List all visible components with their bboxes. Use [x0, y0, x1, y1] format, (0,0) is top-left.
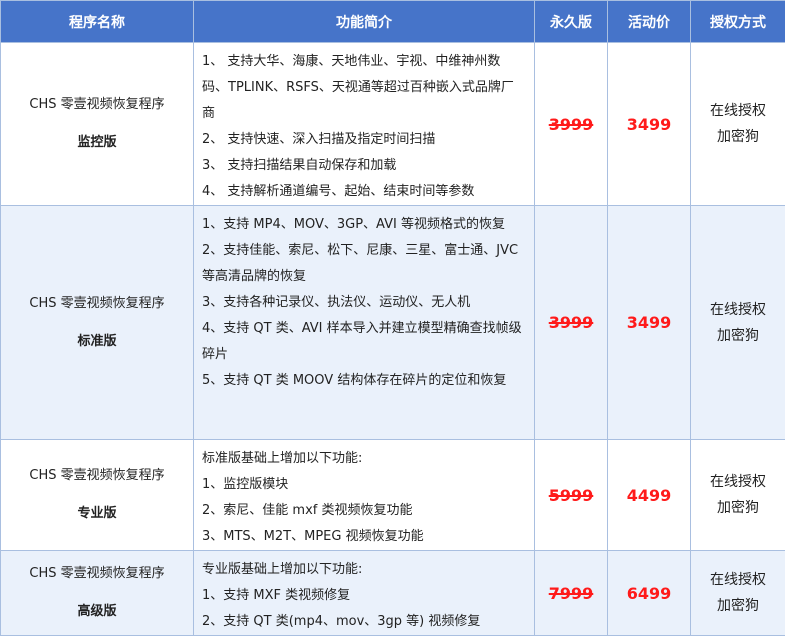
edition-name: 标准版: [1, 323, 193, 361]
product-name: CHS 零壹视频恢复程序: [29, 296, 164, 311]
feature-line: 2、索尼、佳能 mxf 类视频恢复功能: [202, 498, 526, 524]
feature-line: 1、监控版模块: [202, 472, 526, 498]
table-row: CHS 零壹视频恢复程序 监控版 1、 支持大华、海康、天地伟业、宇视、中维神州…: [1, 43, 785, 206]
features-cell: 1、 支持大华、海康、天地伟业、宇视、中维神州数码、TPLINK、RSFS、天视…: [194, 43, 535, 206]
product-cell: CHS 零壹视频恢复程序 专业版: [1, 440, 194, 551]
feature-line: 4、 支持解析通道编号、起始、结束时间等参数: [202, 179, 526, 205]
edition-name: 高级版: [1, 593, 193, 631]
feature-line: 标准版基础上增加以下功能:: [202, 446, 526, 472]
license-cell: 在线授权 加密狗: [691, 440, 785, 551]
feature-line: 专业版基础上增加以下功能:: [202, 557, 526, 583]
original-price: 7999: [535, 551, 608, 636]
feature-line: 4、支持 QT 类、AVI 样本导入并建立模型精确查找帧级碎片: [202, 316, 526, 368]
feature-line: 5、支持 QT 类 MOOV 结构体存在碎片的定位和恢复: [202, 368, 526, 394]
header-features: 功能简介: [194, 1, 535, 43]
feature-line: 1、 支持大华、海康、天地伟业、宇视、中维神州数码、TPLINK、RSFS、天视…: [202, 49, 526, 127]
original-price: 3999: [535, 43, 608, 206]
sale-price: 3499: [608, 206, 691, 440]
feature-line: 2、 支持快速、深入扫描及指定时间扫描: [202, 127, 526, 153]
license-method: 在线授权: [691, 297, 785, 323]
edition-name: 专业版: [1, 495, 193, 533]
license-method: 在线授权: [691, 469, 785, 495]
license-method: 加密狗: [691, 495, 785, 521]
feature-line: 1、支持 MXF 类视频修复: [202, 583, 526, 609]
sale-price: 6499: [608, 551, 691, 636]
feature-line: 2、支持 QT 类(mp4、mov、3gp 等) 视频修复: [202, 609, 526, 635]
header-license-method: 授权方式: [691, 1, 785, 43]
pricing-table: 程序名称 功能简介 永久版 活动价 授权方式 CHS 零壹视频恢复程序 监控版 …: [0, 0, 785, 636]
header-row: 程序名称 功能简介 永久版 活动价 授权方式: [1, 1, 785, 43]
table-row: CHS 零壹视频恢复程序 专业版 标准版基础上增加以下功能: 1、监控版模块 2…: [1, 440, 785, 551]
feature-line: 1、支持 MP4、MOV、3GP、AVI 等视频格式的恢复: [202, 212, 526, 238]
table-row: CHS 零壹视频恢复程序 标准版 1、支持 MP4、MOV、3GP、AVI 等视…: [1, 206, 785, 440]
product-name: CHS 零壹视频恢复程序: [29, 468, 164, 483]
table-row: CHS 零壹视频恢复程序 高级版 专业版基础上增加以下功能: 1、支持 MXF …: [1, 551, 785, 636]
edition-name: 监控版: [1, 124, 193, 162]
license-method: 在线授权: [691, 98, 785, 124]
original-price: 5999: [535, 440, 608, 551]
feature-line: 2、支持佳能、索尼、松下、尼康、三星、富士通、JVC 等高清品牌的恢复: [202, 238, 526, 290]
product-cell: CHS 零壹视频恢复程序 标准版: [1, 206, 194, 440]
feature-line: 3、MTS、M2T、MPEG 视频恢复功能: [202, 524, 526, 550]
license-method: 加密狗: [691, 124, 785, 150]
sale-price: 3499: [608, 43, 691, 206]
header-sale-price: 活动价: [608, 1, 691, 43]
product-cell: CHS 零壹视频恢复程序 高级版: [1, 551, 194, 636]
license-method: 在线授权: [691, 567, 785, 593]
header-perpetual-price: 永久版: [535, 1, 608, 43]
license-method: 加密狗: [691, 323, 785, 349]
header-product-name: 程序名称: [1, 1, 194, 43]
original-price: 3999: [535, 206, 608, 440]
license-cell: 在线授权 加密狗: [691, 551, 785, 636]
features-cell: 1、支持 MP4、MOV、3GP、AVI 等视频格式的恢复 2、支持佳能、索尼、…: [194, 206, 535, 440]
product-cell: CHS 零壹视频恢复程序 监控版: [1, 43, 194, 206]
feature-line: 3、 支持扫描结果自动保存和加载: [202, 153, 526, 179]
features-cell: 专业版基础上增加以下功能: 1、支持 MXF 类视频修复 2、支持 QT 类(m…: [194, 551, 535, 636]
license-method: 加密狗: [691, 593, 785, 619]
product-name: CHS 零壹视频恢复程序: [29, 97, 164, 112]
license-cell: 在线授权 加密狗: [691, 43, 785, 206]
sale-price: 4499: [608, 440, 691, 551]
product-name: CHS 零壹视频恢复程序: [29, 566, 164, 581]
feature-line: 3、支持各种记录仪、执法仪、运动仪、无人机: [202, 290, 526, 316]
features-cell: 标准版基础上增加以下功能: 1、监控版模块 2、索尼、佳能 mxf 类视频恢复功…: [194, 440, 535, 551]
license-cell: 在线授权 加密狗: [691, 206, 785, 440]
